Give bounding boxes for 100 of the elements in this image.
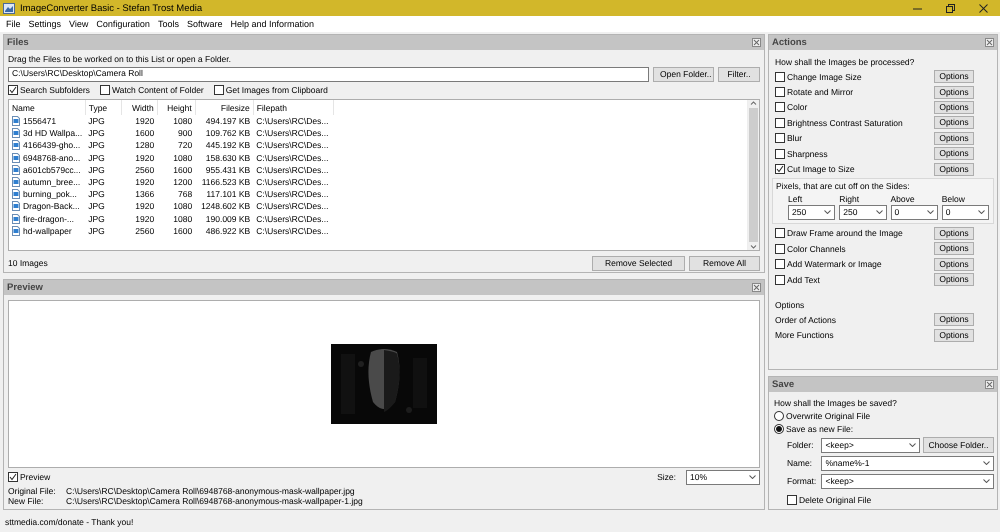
caret-icon [983,461,990,465]
options-button[interactable]: Options [934,313,974,326]
window-title: ImageConverter Basic - Stefan Trost Media [20,2,202,14]
checkbox[interactable] [775,133,785,144]
close-icon[interactable] [752,38,761,47]
menu-item[interactable]: Settings [24,19,66,29]
radio-button[interactable] [774,424,784,434]
scroll-up-icon[interactable] [750,100,757,106]
table-cell: JPG [85,115,122,128]
table-cell-text: C:\Users\RC\Des... [255,188,330,200]
dropdown[interactable]: 10% [686,470,760,484]
open-folder-button[interactable]: Open Folder.. [653,67,714,82]
dropdown[interactable]: <keep> [821,438,920,452]
checkbox[interactable] [100,85,110,95]
image-file-icon [12,201,20,212]
table-cell-text: 1248.602 KB [200,200,252,212]
options-button[interactable]: Options [934,70,974,84]
scroll-down-icon[interactable] [750,244,757,250]
close-icon[interactable] [752,283,761,292]
checkbox[interactable] [8,472,18,482]
checkbox[interactable] [8,85,18,95]
menu-item[interactable]: View [65,19,92,29]
table-cell-text: 1920 [134,176,156,188]
column-header[interactable]: Width [121,100,158,115]
checkbox[interactable] [775,274,785,285]
table-cell: 6948768-ano... [23,152,80,163]
table-cell-text: 1366 [134,188,156,200]
checkbox-label: Preview [20,472,50,482]
checkbox[interactable] [775,118,785,128]
table-cell-text: 1080 [172,212,194,225]
options-button[interactable]: Options [934,258,974,271]
menu-item[interactable]: Software [182,19,226,29]
table-cell: 4166439-gho... [23,140,80,150]
options-button[interactable]: Options [934,132,974,145]
image-file-icon [12,116,20,126]
choose-folder-button[interactable]: Choose Folder.. [923,437,994,453]
dropdown[interactable]: <keep> [821,474,994,488]
dropdown[interactable]: 250 [788,204,836,220]
table-cell: C:\Users\RC\Des... [253,115,334,128]
close-icon[interactable] [985,380,994,389]
menu-item[interactable]: Help and Information [226,19,318,29]
table-cell-text: 1600 [172,164,194,176]
checkbox[interactable] [775,87,785,98]
scrollbar[interactable] [747,100,759,250]
column-header[interactable]: Filepath [253,100,334,115]
dropdown[interactable]: 250 [839,204,886,220]
checkbox-label: Watch Content of Folder [112,85,204,95]
menu-item[interactable]: Tools [154,19,183,29]
checkbox[interactable] [775,102,785,112]
checkbox-label: Sharpness [787,148,828,159]
checkbox[interactable] [775,228,785,238]
options-button[interactable]: Options [934,273,974,286]
checkbox[interactable] [775,72,785,82]
close-icon[interactable] [979,4,988,12]
options-button[interactable]: Options [934,328,974,342]
options-button[interactable]: Options [934,162,974,176]
restore-icon[interactable] [946,4,955,12]
column-header[interactable]: Filesize [195,100,254,115]
function-label: Order of Actions [775,314,836,325]
table-cell-text: 190.009 KB [204,212,252,225]
table-cell: autumn_bree... [23,177,80,188]
menu-item[interactable]: Configuration [92,19,154,29]
table-cell-text: C:\Users\RC\Des... [255,224,330,237]
dropdown[interactable]: 0 [942,204,989,220]
dropdown[interactable]: %name%-1 [821,456,994,470]
options-button[interactable]: Options [934,100,974,114]
checkbox-label: Change Image Size [787,72,862,82]
checkbox-label: Search Subfolders [20,85,90,95]
table-cell-text: JPG [87,200,106,212]
options-button[interactable]: Options [934,147,974,160]
options-button[interactable]: Options [934,116,974,130]
options-button[interactable]: Options [934,242,974,256]
checkbox-label: Draw Frame around the Image [787,228,903,238]
checkbox[interactable] [787,495,797,505]
column-header[interactable]: Type [85,100,122,115]
table-cell-text: 900 [177,127,194,140]
remove-all-button[interactable]: Remove All [689,256,760,271]
checkbox[interactable] [775,148,785,159]
column-header[interactable]: Name [9,100,86,115]
dropdown[interactable]: 0 [890,204,938,220]
remove-selected-button[interactable]: Remove Selected [592,256,685,271]
table-cell-text: C:\Users\RC\Des... [255,152,330,164]
table-cell-text: C:\Users\RC\Des... [255,212,330,225]
column-header[interactable]: Height [157,100,196,115]
checkbox[interactable] [775,244,785,254]
checkbox[interactable] [775,259,785,270]
menu-item[interactable]: File [2,19,25,29]
filter-button[interactable]: Filter.. [718,67,760,82]
table-cell-text: 720 [177,139,194,152]
close-icon[interactable] [985,38,994,47]
image-file-icon [12,164,20,175]
options-button[interactable]: Options [934,86,974,99]
radio-button[interactable] [774,410,784,420]
options-button[interactable]: Options [934,226,974,240]
table-cell-text: 1600 [134,127,156,140]
checkbox[interactable] [214,85,224,95]
checkbox-label: Delete Original File [799,495,872,505]
checkbox[interactable] [775,164,785,174]
caret-icon [876,210,882,214]
folder-path-field[interactable]: C:\Users\RC\Desktop\Camera Roll [8,67,649,82]
